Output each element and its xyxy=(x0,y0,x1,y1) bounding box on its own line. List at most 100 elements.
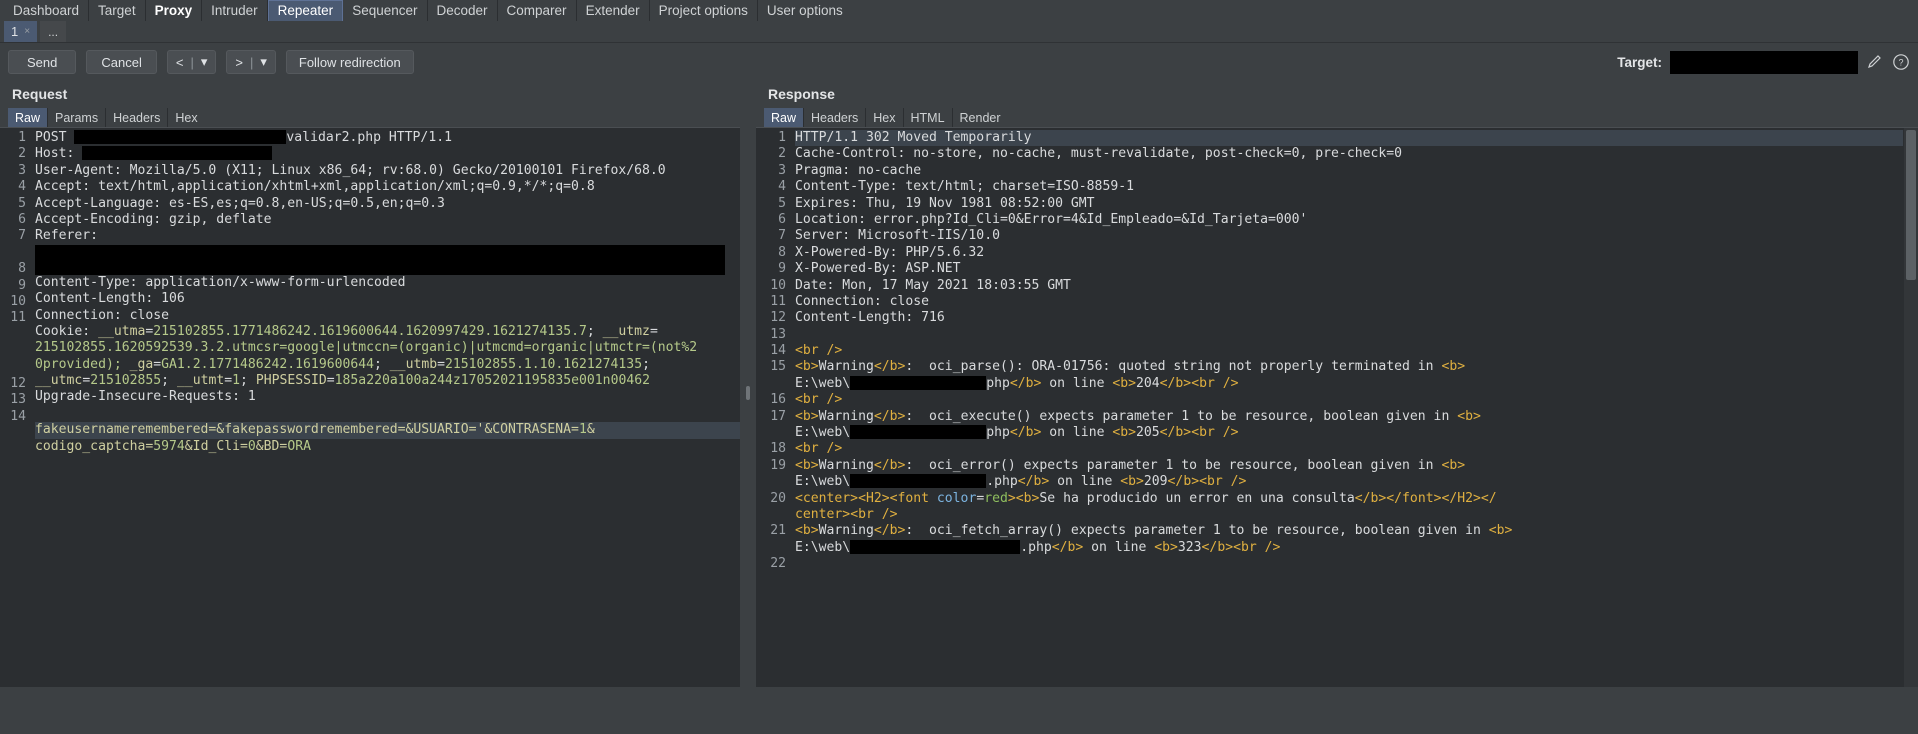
main-tab-user-options[interactable]: User options xyxy=(758,0,852,21)
code-line[interactable]: Accept-Encoding: gzip, deflate xyxy=(35,212,740,228)
code-token: Warning xyxy=(818,359,874,375)
request-editor[interactable]: 1 2 3 4 5 6 7 8 9 10 11 12 13 14 POST validar2.php HT… xyxy=(0,127,740,687)
forward-button[interactable]: > | ▾ xyxy=(226,50,276,74)
response-scrollbar[interactable] xyxy=(1903,128,1918,687)
code-line[interactable]: Content-Length: 716 xyxy=(795,310,1903,326)
code-line[interactable]: Referer: xyxy=(35,228,740,244)
response-tab-raw[interactable]: Raw xyxy=(764,108,805,127)
code-line[interactable]: <b>Warning</b>: oci_error() expects para… xyxy=(795,458,1903,474)
chevron-down-icon[interactable]: ▾ xyxy=(201,54,208,70)
main-tab-proxy[interactable]: Proxy xyxy=(146,0,203,21)
help-icon[interactable]: ? xyxy=(1892,53,1910,71)
code-line[interactable]: Content-Type: text/html; charset=ISO-885… xyxy=(795,179,1903,195)
line-number xyxy=(0,327,26,343)
code-line[interactable]: POST validar2.php HTTP/1.1 xyxy=(35,130,740,146)
code-token: </b> xyxy=(873,408,906,424)
code-line[interactable]: E:\web\ php</b> on line <b>204</b><br /> xyxy=(795,375,1903,392)
request-code[interactable]: POST validar2.php HTTP/1.1 Host: User-Age… xyxy=(31,128,740,687)
code-line[interactable]: Connection: close xyxy=(795,294,1903,310)
request-gutter: 1 2 3 4 5 6 7 8 9 10 11 12 13 14 xyxy=(0,128,31,687)
main-tab-target[interactable]: Target xyxy=(89,0,146,21)
response-tab-headers[interactable]: Headers xyxy=(804,108,867,127)
redacted-block xyxy=(850,425,987,440)
code-line[interactable]: HTTP/1.1 302 Moved Temporarily xyxy=(795,130,1903,147)
code-line[interactable] xyxy=(795,556,1903,572)
code-line[interactable]: Upgrade-Insecure-Requests: 1 xyxy=(35,389,740,405)
line-number: 8 xyxy=(18,261,26,277)
code-line[interactable]: 215102855.1620592539.3.2.utmcsr=google|u… xyxy=(35,340,740,356)
code-line[interactable]: Cache-Control: no-store, no-cache, must-… xyxy=(795,146,1903,162)
code-token: </b> xyxy=(873,359,906,375)
code-line[interactable]: X-Powered-By: ASP.NET xyxy=(795,261,1903,277)
main-tab-sequencer[interactable]: Sequencer xyxy=(343,0,428,21)
line-number: 14 xyxy=(10,408,26,424)
code-line[interactable]: Pragma: no-cache xyxy=(795,163,1903,179)
close-icon[interactable]: × xyxy=(24,26,30,37)
request-tab-headers[interactable]: Headers xyxy=(106,108,169,127)
scrollbar-thumb[interactable] xyxy=(1906,130,1916,280)
code-line[interactable]: 0provided); _ga=GA1.2.1771486242.1619600… xyxy=(35,357,740,373)
cancel-button[interactable]: Cancel xyxy=(86,50,157,74)
splitter-grip[interactable] xyxy=(746,386,750,400)
code-token: 205 xyxy=(1136,425,1160,441)
back-button[interactable]: < | ▾ xyxy=(166,50,217,74)
response-editor[interactable]: 1 2 3 4 5 6 7 8 9 10 11 12 13 14 15 16 17 18 19 20 21 22 HTTP… xyxy=(756,127,1918,687)
main-tab-decoder[interactable]: Decoder xyxy=(428,0,498,21)
request-tab-raw[interactable]: Raw xyxy=(8,108,49,127)
pane-splitter[interactable] xyxy=(740,81,756,687)
response-tab-hex[interactable]: Hex xyxy=(866,108,904,127)
code-line[interactable]: <b>Warning</b>: oci_parse(): ORA-01756: … xyxy=(795,359,1903,375)
code-line[interactable]: Accept-Language: es-ES,es;q=0.8,en-US;q=… xyxy=(35,196,740,212)
code-line[interactable]: Cookie: __utma = 215102855.1771486242.1619… xyxy=(35,324,740,340)
repeater-tab-1[interactable]: 1 × xyxy=(4,21,38,42)
main-tab-extender[interactable]: Extender xyxy=(577,0,650,21)
follow-redirection-button[interactable]: Follow redirection xyxy=(285,50,414,74)
code-line[interactable] xyxy=(35,406,740,422)
code-line[interactable]: <b>Warning</b>: oci_execute() expects pa… xyxy=(795,409,1903,425)
request-tab-hex[interactable]: Hex xyxy=(168,108,204,127)
code-line[interactable]: Date: Mon, 17 May 2021 18:03:55 GMT xyxy=(795,278,1903,294)
main-tab-repeater[interactable]: Repeater xyxy=(267,0,344,21)
code-line[interactable]: fakeusernameremembered=&fakepasswordreme… xyxy=(35,422,740,439)
response-tab-html[interactable]: HTML xyxy=(904,108,953,127)
code-line[interactable]: <center><H2><font color=red><b>Se ha pro… xyxy=(795,491,1903,507)
code-line[interactable]: Content-Type: application/x-www-form-url… xyxy=(35,275,740,291)
request-tab-params[interactable]: Params xyxy=(48,108,107,127)
code-line[interactable]: center><br /> xyxy=(795,507,1903,523)
line-number: 15 xyxy=(770,359,786,375)
main-tab-comparer[interactable]: Comparer xyxy=(498,0,577,21)
code-line[interactable]: <br /> xyxy=(795,343,1903,359)
code-line[interactable]: Server: Microsoft-IIS/10.0 xyxy=(795,228,1903,244)
main-tab-dashboard[interactable]: Dashboard xyxy=(4,0,90,21)
code-line[interactable]: Expires: Thu, 19 Nov 1981 08:52:00 GMT xyxy=(795,196,1903,212)
response-tab-render[interactable]: Render xyxy=(953,108,1008,127)
code-line[interactable]: __utmc=215102855; __utmt=1; PHPSESSID=18… xyxy=(35,373,740,389)
code-line[interactable]: Location: error.php?Id_Cli=0&Error=4&Id_… xyxy=(795,212,1903,228)
code-line[interactable]: Content-Length: 106 xyxy=(35,291,740,307)
code-line[interactable] xyxy=(795,327,1903,343)
line-number: 10 xyxy=(770,277,786,293)
code-line[interactable]: X-Powered-By: PHP/5.6.32 xyxy=(795,245,1903,261)
code-line[interactable]: <br /> xyxy=(795,441,1903,457)
code-line[interactable]: <br /> xyxy=(795,392,1903,408)
line-number: 10 xyxy=(10,293,26,309)
pencil-icon[interactable] xyxy=(1866,53,1884,71)
code-line[interactable]: E:\web\ .php</b> on line <b>209</b><br /> xyxy=(795,474,1903,490)
code-line[interactable]: Connection: close xyxy=(35,308,740,324)
add-repeater-tab-button[interactable]: ... xyxy=(40,21,67,42)
code-line[interactable]: codigo_captcha=5974&Id_Cli=0&BD=ORA xyxy=(35,439,740,455)
code-line[interactable]: E:\web\ php</b> on line <b>205</b><br /> xyxy=(795,425,1903,441)
code-token: on line xyxy=(1083,539,1155,555)
code-line[interactable]: E:\web\ .php</b> on line <b>323</b><br /> xyxy=(795,539,1903,556)
code-line[interactable]: Accept: text/html,application/xhtml+xml,… xyxy=(35,179,740,195)
response-code[interactable]: HTTP/1.1 302 Moved Temporarily Cache-Cont… xyxy=(791,128,1903,687)
code-line[interactable]: <b>Warning</b>: oci_fetch_array() expect… xyxy=(795,523,1903,539)
chevron-down-icon[interactable]: ▾ xyxy=(260,54,267,70)
code-line[interactable]: User-Agent: Mozilla/5.0 (X11; Linux x86_… xyxy=(35,163,740,179)
main-tab-intruder[interactable]: Intruder xyxy=(202,0,268,21)
code-token: Accept-Language: es-ES,es;q=0.8,en-US;q=… xyxy=(35,195,445,211)
code-line[interactable] xyxy=(35,244,740,275)
main-tab-project-options[interactable]: Project options xyxy=(650,0,758,21)
send-button[interactable]: Send xyxy=(8,50,77,74)
code-line[interactable]: Host: xyxy=(35,146,740,162)
